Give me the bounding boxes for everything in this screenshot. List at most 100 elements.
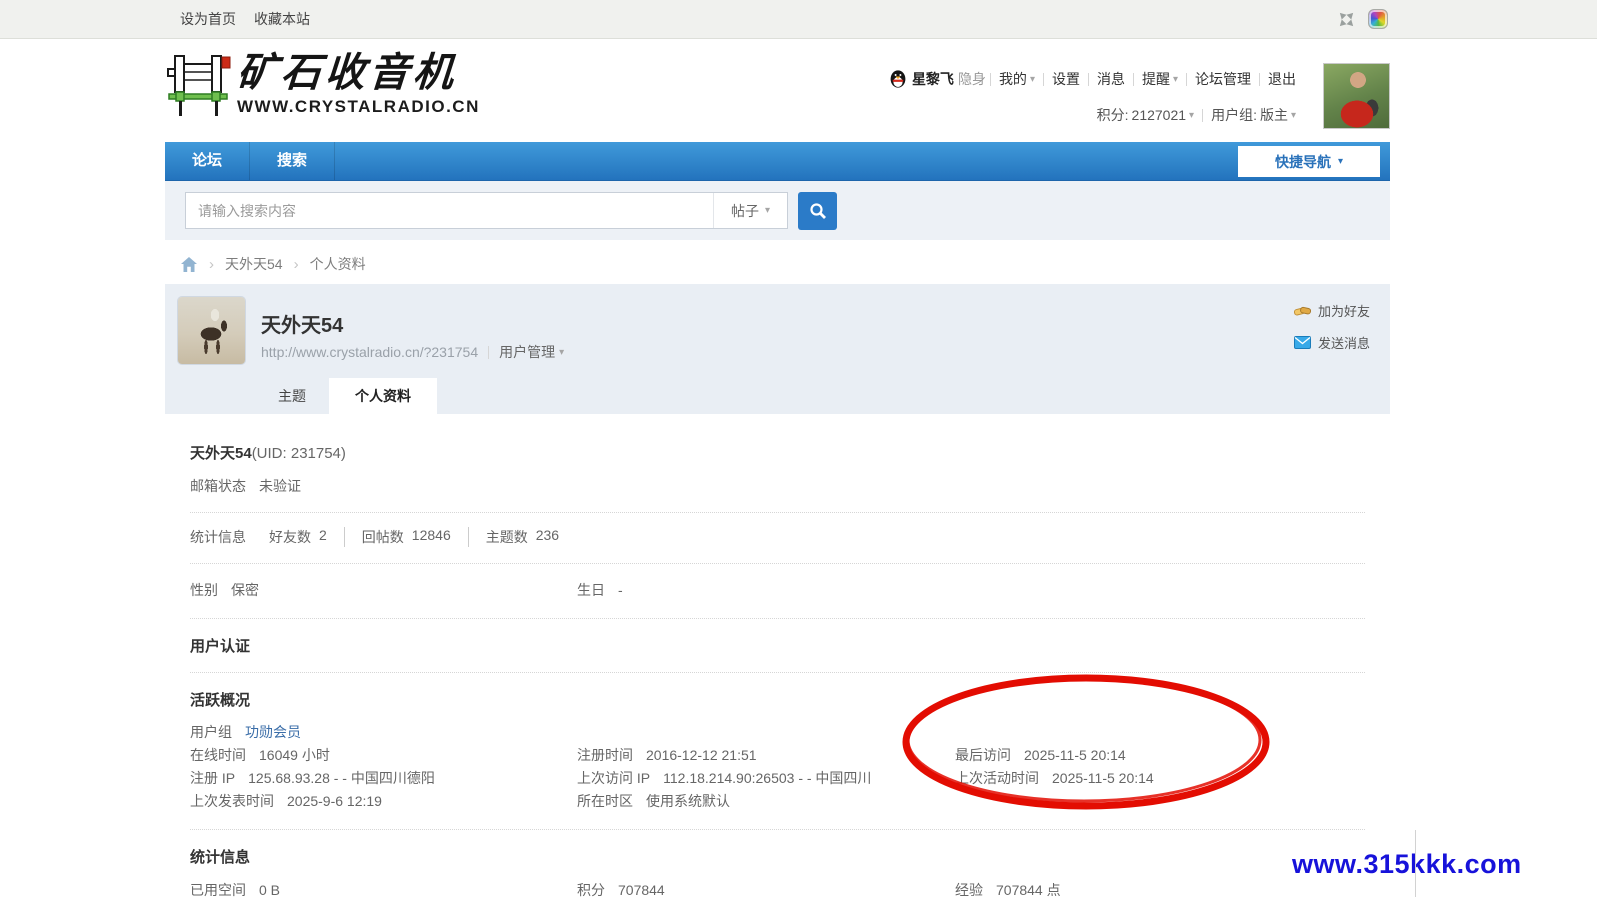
- breadcrumb-page[interactable]: 个人资料: [310, 254, 366, 274]
- divider: [488, 345, 490, 359]
- credits-label: 积分:: [1096, 107, 1129, 123]
- divider: [190, 618, 1365, 619]
- divider: [190, 563, 1365, 564]
- search-icon: [809, 202, 826, 219]
- invisible-status[interactable]: 隐身: [958, 69, 986, 89]
- register-ip-field: 注册 IP 125.68.93.28 - - 中国四川德阳: [190, 770, 435, 786]
- topbar-icons: [1337, 9, 1388, 29]
- divider: [190, 829, 1365, 830]
- menu-messages[interactable]: 消息: [1097, 69, 1125, 89]
- user-manage-dropdown[interactable]: 用户管理 ▾: [499, 342, 564, 362]
- nav-forum[interactable]: 论坛: [165, 142, 251, 180]
- email-status-value: 未验证: [259, 478, 301, 494]
- breadcrumb-separator: ›: [293, 255, 299, 273]
- breadcrumb-user[interactable]: 天外天54: [225, 254, 283, 274]
- theme-color-icon[interactable]: [1368, 9, 1388, 29]
- set-homepage-link[interactable]: 设为首页: [180, 9, 236, 29]
- quick-nav-button[interactable]: 快捷导航 ▾: [1238, 146, 1380, 177]
- stats-summary-row: 统计信息 好友数 2 回帖数 12846 主题数 236: [190, 527, 1365, 547]
- usergroup-dropdown[interactable]: 用户组: 版主 ▾: [1211, 105, 1296, 125]
- site-header-inner: 矿石收音机 WWW.CRYSTALRADIO.CN 星黎飞 隐身 我的 ▾ 设置…: [165, 39, 1390, 142]
- search-input[interactable]: [186, 193, 713, 228]
- activity-row: 用户组 功勋会员: [190, 721, 1365, 744]
- activity-rows: 用户组 功勋会员 在线时间 16049 小时 注册时间 2016-12-12 21:…: [190, 721, 1365, 813]
- menu-my[interactable]: 我的 ▾: [999, 69, 1035, 89]
- site-name: 矿石收音机: [235, 49, 459, 96]
- chevron-down-icon: ▾: [559, 346, 565, 358]
- search-strip: 帖子▾: [165, 181, 1390, 240]
- activity-row: 上次发表时间 2025-9-6 12:19 所在时区 使用系统默认: [190, 790, 1365, 813]
- qq-penguin-icon: [890, 70, 906, 88]
- breadcrumb: › 天外天54 › 个人资料: [165, 240, 1390, 284]
- add-friend-button[interactable]: 加为好友: [1293, 301, 1370, 320]
- activity-row: 在线时间 16049 小时 注册时间 2016-12-12 21:51 最后访问 20…: [190, 744, 1365, 767]
- tab-threads[interactable]: 主题: [255, 378, 329, 414]
- site-url-text: WWW.CRYSTALRADIO.CN: [237, 97, 480, 116]
- breadcrumb-separator: ›: [209, 255, 214, 273]
- section-activity: 活跃概况: [190, 692, 251, 709]
- last-activity-time-field: 上次活动时间 2025-11-5 20:14: [955, 770, 1154, 786]
- fullscreen-expand-icon[interactable]: [1337, 10, 1356, 29]
- threads-count-link[interactable]: 主题数 236: [467, 527, 576, 547]
- divider: [1415, 830, 1416, 897]
- uid-value: (UID: 231754): [251, 445, 346, 462]
- profile-page: 设为首页 收藏本站 矿石收音机 WWW.CRYSTALRADIO.CN 星黎飞 …: [0, 0, 1597, 897]
- chevron-down-icon: ▾: [1172, 73, 1178, 85]
- search-submit-button[interactable]: [798, 191, 837, 230]
- current-username[interactable]: 星黎飞: [912, 69, 954, 89]
- birthday-field: 生日 -: [577, 582, 623, 598]
- send-message-button[interactable]: 发送消息: [1293, 333, 1370, 352]
- uid-username: 天外天54: [190, 445, 252, 462]
- profile-tabs: 主题 个人资料: [255, 378, 437, 414]
- site-logo[interactable]: 矿石收音机 WWW.CRYSTALRADIO.CN: [167, 49, 480, 119]
- main-nav: 论坛 搜索 快捷导航 ▾: [165, 142, 1390, 181]
- credits-dropdown[interactable]: 积分: 2127021 ▾: [1097, 105, 1194, 125]
- replies-count-link[interactable]: 回帖数 12846: [343, 527, 468, 547]
- handshake-icon: [1293, 306, 1311, 315]
- chevron-down-icon: ▾: [764, 205, 771, 216]
- bookmark-site-link[interactable]: 收藏本站: [254, 9, 310, 29]
- top-utility-inner: 设为首页 收藏本站: [165, 0, 1390, 38]
- search-box: 帖子▾: [185, 192, 788, 229]
- crystal-radio-logo-icon: [167, 55, 231, 116]
- profile-banner: 天外天54 http://www.crystalradio.cn/?231754…: [165, 284, 1390, 414]
- register-time-field: 注册时间 2016-12-12 21:51: [577, 747, 757, 763]
- credits-field: 积分 707844: [577, 882, 665, 897]
- search-scope-dropdown[interactable]: 帖子 ▾: [713, 193, 787, 228]
- activity-row: 注册 IP 125.68.93.28 - - 中国四川德阳 上次访问 IP 112.…: [190, 767, 1365, 790]
- menu-notices[interactable]: 提醒 ▾: [1142, 69, 1178, 89]
- friends-count-link[interactable]: 好友数 2: [252, 527, 344, 547]
- menu-settings[interactable]: 设置: [1052, 69, 1080, 89]
- usergroup-value: 版主: [1259, 107, 1288, 123]
- profile-avatar[interactable]: [178, 297, 245, 364]
- section-statistics: 统计信息: [190, 849, 251, 866]
- menu-forum-admin[interactable]: 论坛管理: [1195, 69, 1251, 89]
- menu-logout[interactable]: 退出: [1268, 69, 1296, 89]
- last-visit-field: 最后访问 2025-11-5 20:14: [955, 747, 1126, 763]
- last-post-time-field: 上次发表时间 2025-9-6 12:19: [190, 793, 382, 809]
- current-user-avatar[interactable]: [1323, 63, 1390, 129]
- chevron-down-icon: ▾: [1290, 109, 1296, 121]
- profile-username: 天外天54: [261, 315, 344, 337]
- site-header: 矿石收音机 WWW.CRYSTALRADIO.CN 星黎飞 隐身 我的 ▾ 设置…: [0, 39, 1597, 142]
- nav-search[interactable]: 搜索: [250, 142, 336, 180]
- divider: [989, 72, 991, 86]
- email-status-row: 邮箱状态 未验证: [190, 476, 301, 496]
- usergroup-link[interactable]: 功勋会员: [245, 721, 301, 744]
- used-space-field: 已用空间 0 B: [190, 882, 281, 897]
- statistics-row: 已用空间 0 B 积分 707844 经验 707844 点: [190, 879, 1365, 897]
- divider: [1042, 72, 1044, 86]
- divider: [1202, 108, 1204, 122]
- home-icon[interactable]: [180, 256, 198, 273]
- divider: [1132, 72, 1134, 86]
- profile-url-link[interactable]: http://www.crystalradio.cn/?231754: [261, 344, 478, 360]
- divider: [1186, 72, 1187, 86]
- divider: [190, 672, 1365, 673]
- email-status-label: 邮箱状态: [190, 478, 246, 494]
- tab-profile[interactable]: 个人资料: [329, 378, 437, 414]
- stats-summary-label: 统计信息: [190, 529, 246, 545]
- usergroup-label: 用户组:: [1211, 107, 1257, 123]
- gender-field: 性别 保密: [190, 582, 259, 598]
- online-time-field: 在线时间 16049 小时: [190, 747, 330, 763]
- uid-line: 天外天54(UID: 231754): [190, 414, 1365, 463]
